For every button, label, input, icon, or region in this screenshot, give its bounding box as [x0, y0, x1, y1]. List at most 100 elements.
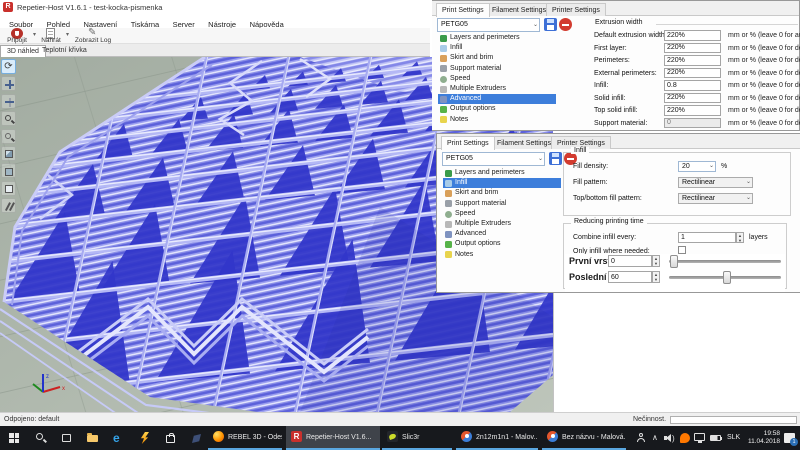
infill-width-input[interactable] — [664, 80, 721, 91]
perimeters-input[interactable] — [664, 55, 721, 66]
category-list: Layers and perimeters Infill Skirt and b… — [438, 33, 564, 125]
top-bottom-fill-pattern-combo[interactable]: Rectilinear⌄ — [678, 193, 753, 204]
file-explorer-button[interactable] — [80, 426, 104, 450]
default-extrusion-width-input[interactable] — [664, 30, 721, 41]
category-notes-2[interactable]: Notes — [443, 250, 569, 260]
last-layer-spinner[interactable]: ▲▼ — [652, 271, 660, 283]
connect-dropdown-icon[interactable]: ▾ — [33, 31, 36, 38]
taskbar-firefox-window[interactable]: REBEL 3D - Odeslat... — [208, 426, 282, 450]
edge-button[interactable]: e — [106, 426, 130, 450]
main-toolbar: Připojit ▾ Náhrát ▾ ✎ Zobrazit Log — [0, 28, 430, 44]
tab-filament-settings[interactable]: Filament Settings — [486, 3, 552, 16]
tab-printer-settings[interactable]: Printer Settings — [546, 3, 606, 16]
first-layer-slider-track[interactable] — [669, 260, 781, 263]
first-layer-slider-thumb[interactable] — [670, 255, 678, 268]
volume-icon[interactable]: ) — [664, 433, 676, 443]
category-layers[interactable]: Layers and perimeters — [438, 33, 564, 43]
hidden-icons-chevron[interactable]: ∧ — [652, 433, 658, 442]
slicer-bottom-tabstrip: Print Settings Filament Settings Printer… — [437, 134, 800, 149]
antivirus-icon[interactable] — [680, 433, 690, 443]
first-layer-input[interactable] — [664, 43, 721, 54]
3d-tool-button[interactable] — [184, 426, 208, 450]
first-layer-range-input[interactable] — [608, 255, 652, 267]
taskbar-paint-window-2[interactable]: Bez názvu - Malová... — [542, 426, 626, 450]
category-infill-2-selected[interactable]: Infill — [443, 178, 561, 188]
combine-infill-spinner[interactable]: ▲▼ — [736, 232, 744, 243]
category-layers-2[interactable]: Layers and perimeters — [443, 168, 569, 178]
last-layer-slider-thumb[interactable] — [723, 271, 731, 284]
category-extruders[interactable]: Multiple Extruders — [438, 84, 564, 94]
fill-pattern-combo[interactable]: Rectilinear⌄ — [678, 177, 753, 188]
tab-temperature-curve[interactable]: Teplotní křivka — [36, 45, 93, 57]
preset-select[interactable]: PETG05⌄ — [437, 18, 540, 32]
action-center-icon[interactable]: 1 — [784, 433, 795, 443]
status-bar: Odpojeno: default Nečinnost. — [0, 412, 800, 426]
slicer-window-infill: Print Settings Filament Settings Printer… — [436, 133, 800, 293]
category-output[interactable]: Output options — [438, 104, 564, 114]
save-preset-button[interactable] — [544, 18, 557, 31]
preset-select-2[interactable]: PETG05⌄ — [442, 152, 545, 166]
slicer-top-tabstrip: Print Settings Filament Settings Printer… — [432, 1, 799, 16]
category-speed-2[interactable]: Speed — [443, 209, 569, 219]
zoom-in-button[interactable] — [1, 111, 16, 126]
clock[interactable]: 19:58 11.04.2018 — [746, 430, 780, 446]
top-view-button[interactable] — [1, 181, 16, 196]
tab-print-settings-2[interactable]: Print Settings — [441, 136, 495, 150]
start-button[interactable] — [2, 426, 26, 450]
category-skirt-2[interactable]: Skirt and brim — [443, 188, 569, 198]
category-output-2[interactable]: Output options — [443, 239, 569, 249]
store-button[interactable] — [158, 426, 182, 450]
last-layer-range-input[interactable] — [608, 271, 652, 283]
external-perimeters-input[interactable] — [664, 68, 721, 79]
category-support[interactable]: Support material — [438, 64, 564, 74]
display-icon[interactable] — [694, 433, 705, 441]
save-preset-button-2[interactable] — [549, 152, 562, 165]
first-layer-spinner[interactable]: ▲▼ — [652, 255, 660, 267]
search-button[interactable] — [28, 426, 52, 450]
taskbar-repetier-window[interactable]: RRepetier-Host V1.6... — [286, 426, 380, 450]
category-extruders-2[interactable]: Multiple Extruders — [443, 219, 569, 229]
paint-icon-2 — [547, 431, 558, 442]
category-skirt[interactable]: Skirt and brim — [438, 53, 564, 63]
reducing-time-group-title: Reducing printing time — [571, 218, 647, 225]
people-icon[interactable] — [636, 433, 646, 443]
fill-density-combo[interactable]: 20⌄ — [678, 161, 716, 172]
delete-preset-button[interactable] — [559, 18, 572, 31]
edge-icon: e — [113, 431, 120, 445]
category-support-2[interactable]: Support material — [443, 199, 569, 209]
category-infill[interactable]: Infill — [438, 43, 564, 53]
move-view-button[interactable] — [1, 76, 16, 91]
iso-view-button[interactable] — [1, 146, 16, 161]
battery-icon[interactable] — [710, 435, 721, 441]
zoom-fit-button[interactable] — [1, 129, 16, 144]
support-material-width-input — [664, 118, 721, 129]
show-log-button[interactable]: ✎ Zobrazit Log — [72, 28, 114, 44]
tab-filament-settings-2[interactable]: Filament Settings — [491, 136, 557, 149]
activity-status: Nečinnost. — [633, 416, 666, 423]
parallel-projection-button[interactable] — [1, 198, 16, 213]
tab-print-settings[interactable]: Print Settings — [436, 3, 490, 17]
repetier-app-icon: R — [3, 2, 13, 12]
category-advanced-selected[interactable]: Advanced — [438, 94, 556, 104]
category-notes[interactable]: Notes — [438, 115, 564, 125]
connect-button[interactable]: Připojit — [2, 28, 32, 44]
load-dropdown-icon[interactable]: ▾ — [66, 31, 69, 38]
category-speed[interactable]: Speed — [438, 74, 564, 84]
infill-group-title: Infill — [571, 147, 589, 154]
notification-badge: 1 — [790, 438, 798, 446]
top-solid-infill-input[interactable] — [664, 105, 721, 116]
rotate-view-button[interactable]: ⟳ — [1, 59, 16, 74]
category-advanced-2[interactable]: Advanced — [443, 229, 569, 239]
only-infill-where-needed-checkbox[interactable] — [678, 246, 686, 254]
taskbar-slic3r-window[interactable]: Slic3r — [382, 426, 452, 450]
taskbar-paint-window-1[interactable]: 2n12m1n1 - Malov... — [456, 426, 538, 450]
task-view-button[interactable] — [54, 426, 78, 450]
solid-infill-input[interactable] — [664, 93, 721, 104]
move-object-button[interactable] — [1, 94, 16, 109]
repetier-icon: R — [291, 431, 302, 442]
language-indicator[interactable]: SLK — [727, 434, 740, 441]
front-view-button[interactable] — [1, 163, 16, 178]
combine-infill-input[interactable] — [678, 232, 736, 243]
photo-editor-button[interactable] — [132, 426, 156, 450]
load-button[interactable]: Náhrát — [38, 28, 64, 44]
